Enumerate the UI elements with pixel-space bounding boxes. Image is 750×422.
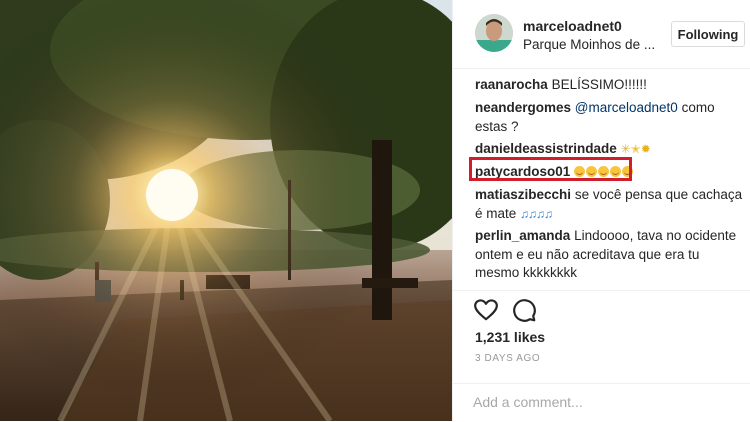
comment-item: neandergomes @marceloadnet0 como estas ?: [475, 99, 745, 136]
comment-author[interactable]: danieldeassistrindade: [475, 141, 617, 156]
comment-text: BELÍSSIMO!!!!!!: [551, 77, 647, 92]
comment-author[interactable]: matiaszibecchi: [475, 187, 571, 202]
musical-notes-emoji: ♫♫♫♫: [520, 206, 553, 221]
comment-author[interactable]: raanarocha: [475, 77, 548, 92]
add-comment-bar: [453, 383, 750, 422]
avatar-icon: [475, 14, 513, 52]
post-timestamp[interactable]: 3 DAYS AGO: [475, 353, 540, 364]
comment-author[interactable]: perlin_amanda: [475, 228, 570, 243]
comment-author[interactable]: neandergomes: [475, 100, 571, 115]
comment-item: raanarocha BELÍSSIMO!!!!!!: [475, 76, 745, 95]
following-button[interactable]: Following: [671, 21, 745, 47]
comment-item: danieldeassistrindade ✳✭✹: [475, 140, 745, 159]
sparkles-emoji: ✳✭✹: [620, 142, 651, 156]
comment-mention[interactable]: @marceloadnet0: [575, 100, 678, 115]
post-header: marceloadnet0 Parque Moinhos de ... Foll…: [453, 0, 750, 69]
instagram-post-view: marceloadnet0 Parque Moinhos de ... Foll…: [0, 0, 750, 421]
post-photo[interactable]: [0, 0, 452, 421]
user-avatar[interactable]: [475, 14, 513, 52]
post-location[interactable]: Parque Moinhos de ...: [523, 37, 655, 52]
park-sunset-image: [0, 0, 452, 421]
post-actions: 1,231 likes 3 DAYS AGO: [453, 290, 750, 421]
post-side-panel: marceloadnet0 Parque Moinhos de ... Foll…: [452, 0, 750, 421]
comment-item: matiaszibecchi se você pensa que cachaça…: [475, 186, 745, 223]
heart-icon[interactable]: [473, 297, 499, 323]
highlight-box: [469, 157, 632, 181]
comment-bubble-icon[interactable]: [511, 297, 537, 323]
add-comment-input[interactable]: [473, 390, 735, 414]
comment-item: perlin_amanda Lindoooo, tava no ocidente…: [475, 227, 745, 283]
like-count[interactable]: 1,231 likes: [475, 329, 545, 345]
post-username[interactable]: marceloadnet0: [523, 18, 622, 34]
